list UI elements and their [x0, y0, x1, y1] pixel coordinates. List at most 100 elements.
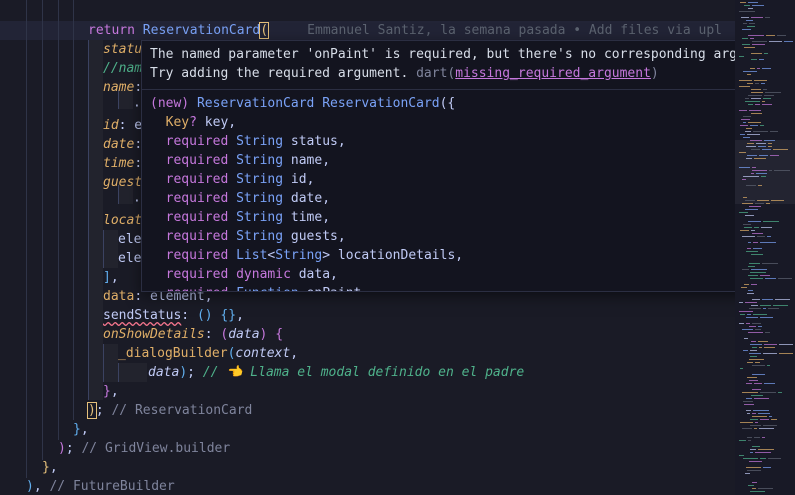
minimap-line [749, 359, 764, 360]
minimap-line [742, 269, 749, 270]
code-line-close-fb: ), // FutureBuilder [26, 479, 175, 494]
minimap-line [765, 17, 770, 18]
minimap-line [743, 350, 748, 351]
minimap-line [759, 59, 764, 60]
minimap-line [760, 242, 776, 243]
minimap-line [764, 344, 777, 345]
minimap-line [751, 284, 757, 285]
minimap-line [770, 155, 779, 156]
minimap-line [744, 47, 755, 48]
minimap-line [747, 413, 750, 414]
minimap-line [750, 356, 757, 357]
diagnostic-code-link[interactable]: missing_required_argument [455, 66, 651, 81]
minimap-line [739, 302, 743, 303]
minimap-line [743, 458, 758, 459]
minimap-line [748, 122, 761, 123]
minimap-line [750, 350, 757, 351]
minimap-line [743, 23, 747, 24]
minimap-line [748, 485, 754, 486]
minimap-line [745, 209, 758, 210]
code-line-date: date: [103, 137, 143, 152]
minimap-line [755, 329, 761, 330]
minimap-line [747, 74, 751, 75]
minimap-line [741, 119, 750, 120]
minimap-line [769, 41, 782, 42]
minimap-line [755, 422, 758, 423]
minimap-line [768, 146, 772, 147]
minimap-line [760, 392, 776, 393]
minimap-line [756, 173, 767, 174]
minimap-line [749, 110, 761, 111]
minimap-line [752, 374, 765, 375]
code-line-sendstatus: sendStatus: () {}, [103, 308, 244, 323]
minimap-line [752, 41, 767, 42]
minimap-line [762, 104, 772, 105]
minimap-line [777, 35, 786, 36]
minimap-line [753, 314, 767, 315]
minimap-line [739, 167, 750, 168]
minimap-line [760, 305, 771, 306]
minimap-line [767, 365, 770, 366]
minimap-line [740, 314, 745, 315]
minimap-line [740, 2, 746, 3]
minimap-line [752, 167, 756, 168]
minimap-line [758, 488, 773, 489]
minimap-line [759, 428, 774, 429]
minimap-line [752, 482, 757, 483]
minimap-line [750, 272, 766, 273]
minimap-line [749, 353, 761, 354]
indent-block [88, 40, 103, 400]
hover-tooltip[interactable]: The named parameter 'onPaint' is require… [141, 40, 785, 292]
minimap-line [753, 131, 768, 132]
minimap-line [750, 278, 763, 279]
minimap-line [768, 308, 779, 309]
code-line-time: time: [103, 156, 143, 171]
minimap-line [750, 491, 765, 492]
signature-block: (new) ReservationCard ReservationCard({ … [150, 96, 464, 291]
minimap-line [752, 347, 757, 348]
code-line-close-gv: ); // GridView.builder [58, 441, 231, 456]
minimap-line [749, 380, 758, 381]
minimap-line [757, 200, 769, 201]
minimap-line [740, 125, 748, 126]
minimap-line [739, 110, 747, 111]
minimap-line [758, 185, 762, 186]
error-squiggle[interactable]: sendStatus [103, 308, 181, 323]
minimap-line [752, 299, 760, 300]
minimap-line [752, 170, 767, 171]
code-line-list-close: ], [103, 270, 119, 285]
minimap-line [762, 101, 765, 102]
minimap-line [749, 326, 756, 327]
keyword-return: return [88, 23, 135, 38]
minimap-line [763, 98, 771, 99]
minimap-line [750, 452, 753, 453]
minimap-line [742, 236, 755, 237]
minimap-line [784, 41, 793, 42]
minimap-line [747, 377, 757, 378]
code-line-ele2: ele [118, 251, 142, 266]
minimap-line [747, 134, 760, 135]
minimap-line [750, 344, 762, 345]
minimap-line [746, 251, 758, 252]
code-line-ele1: ele [118, 232, 142, 247]
minimap-line [754, 383, 762, 384]
minimap-line [763, 353, 777, 354]
minimap-line [774, 170, 790, 171]
minimap-line [768, 458, 781, 459]
indent-guide [58, 0, 59, 440]
minimap[interactable] [735, 0, 795, 495]
minimap-line [748, 95, 762, 96]
minimap-line [746, 128, 752, 129]
minimap-line [751, 98, 761, 99]
minimap-line [746, 398, 752, 399]
minimap-line [762, 149, 771, 150]
minimap-line [762, 263, 778, 264]
minimap-line [766, 203, 770, 204]
code-line-return: return ReservationCard( Emmanuel Santiz,… [88, 21, 722, 40]
minimap-line [748, 104, 753, 105]
minimap-line [742, 392, 758, 393]
minimap-line [746, 20, 753, 21]
minimap-line [773, 149, 788, 150]
minimap-line [751, 341, 756, 342]
minimap-line [751, 149, 760, 150]
